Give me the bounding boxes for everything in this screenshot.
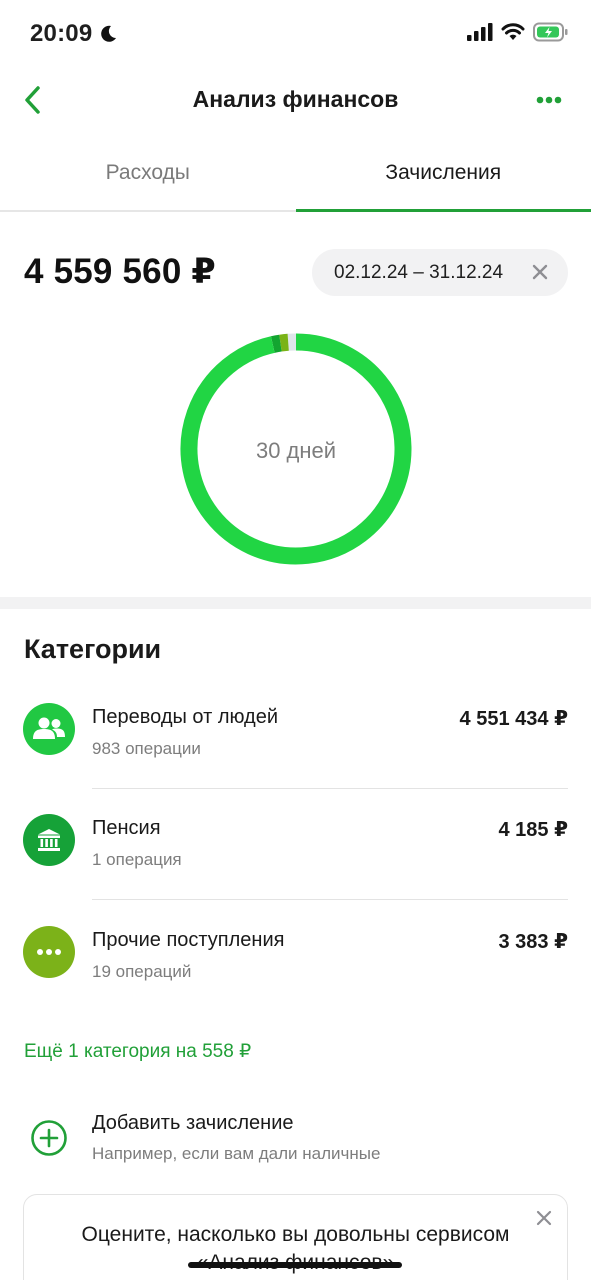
divider	[92, 899, 568, 900]
add-income-subtitle: Например, если вам дали наличные	[92, 1144, 381, 1163]
categories-heading: Категории	[24, 634, 162, 664]
more-categories-link[interactable]: Ещё 1 категория на 558 ₽	[24, 1040, 251, 1063]
tab-bar: Расходы Зачисления	[0, 140, 591, 212]
date-range-text: 02.12.24 – 31.12.24	[334, 261, 504, 283]
add-income-button[interactable]: Добавить зачисление Например, если вам д…	[0, 1110, 591, 1170]
category-row-transfers[interactable]: Переводы от людей 983 операции 4 551 434…	[0, 703, 591, 813]
donut-chart: 30 дней	[180, 333, 412, 565]
system-icons	[467, 22, 569, 42]
category-name: Прочие поступления	[92, 929, 285, 951]
close-icon[interactable]	[535, 1209, 553, 1227]
category-count: 1 операция	[92, 850, 182, 869]
section-separator	[0, 597, 591, 609]
people-icon	[33, 717, 65, 739]
category-row-other[interactable]: Прочие поступления 19 операций 3 383 ₽	[0, 926, 591, 1036]
status-time: 20:09	[30, 20, 93, 47]
category-amount: 4 185 ₽	[498, 819, 568, 841]
category-icon-bg	[23, 926, 75, 978]
total-amount: 4 559 560 ₽	[24, 252, 216, 291]
donut-slice	[279, 333, 289, 352]
divider	[92, 788, 568, 789]
bank-icon	[38, 829, 60, 851]
page-title: Анализ финансов	[192, 86, 399, 112]
moon-icon	[101, 25, 116, 42]
more-options-button[interactable]	[529, 88, 569, 112]
nav-bar: Анализ финансов	[0, 70, 591, 132]
donut-center-label: 30 дней	[255, 438, 337, 463]
date-range-chip[interactable]: 02.12.24 – 31.12.24	[312, 249, 568, 296]
rating-prompt: Оцените, насколько вы довольны сервисом …	[81, 1223, 510, 1274]
signal-icon	[467, 23, 493, 41]
tab-expenses[interactable]: Расходы	[0, 140, 296, 210]
category-name: Пенсия	[92, 817, 161, 839]
category-count: 19 операций	[92, 962, 192, 981]
category-amount: 4 551 434 ₽	[459, 708, 568, 730]
home-indicator	[188, 1262, 402, 1268]
more-dots-icon	[536, 96, 562, 104]
battery-icon	[533, 22, 568, 42]
close-icon[interactable]	[530, 262, 550, 282]
category-icon-bg	[23, 814, 75, 866]
status-bar: 20:09	[0, 0, 591, 70]
plus-circle-icon	[31, 1120, 67, 1156]
category-icon-bg	[23, 703, 75, 755]
dots-icon	[37, 949, 61, 955]
category-count: 983 операции	[92, 739, 201, 758]
category-amount: 3 383 ₽	[498, 931, 568, 953]
donut-slice	[270, 334, 282, 353]
wifi-icon	[501, 23, 525, 40]
add-income-title: Добавить зачисление	[92, 1112, 294, 1134]
category-row-pension[interactable]: Пенсия 1 операция 4 185 ₽	[0, 814, 591, 924]
category-name: Переводы от людей	[92, 706, 279, 728]
tab-income[interactable]: Зачисления	[295, 140, 591, 212]
